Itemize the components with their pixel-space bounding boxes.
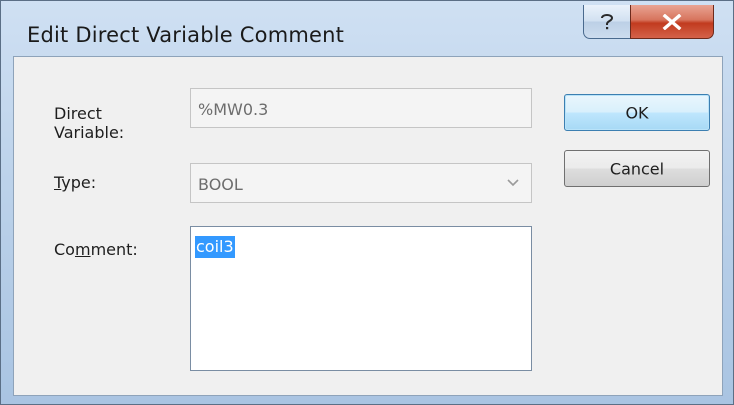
dialog-window: Edit Direct Variable Comment Direct Vari…	[0, 0, 734, 405]
direct-variable-label-line2: Variable:	[54, 123, 125, 142]
direct-variable-field: %MW0.3	[190, 88, 532, 128]
ok-button-label: OK	[625, 103, 649, 122]
comment-textarea[interactable]: coil3	[190, 226, 532, 371]
direct-variable-label-line1: Direct	[54, 104, 102, 123]
close-button[interactable]	[630, 5, 714, 39]
comment-label-accelerator: m	[74, 240, 91, 259]
cancel-button-label: Cancel	[609, 159, 665, 178]
cancel-button[interactable]: Cancel	[564, 150, 710, 187]
window-title: Edit Direct Variable Comment	[27, 23, 345, 47]
type-label: Type:	[54, 173, 96, 192]
help-button[interactable]	[583, 5, 631, 39]
comment-value: coil3	[195, 236, 235, 258]
comment-label-pre: Co	[54, 240, 75, 259]
chevron-down-icon	[507, 179, 519, 187]
type-dropdown-button	[495, 164, 531, 202]
x-close-icon	[662, 13, 682, 30]
comment-label-post: ment:	[90, 240, 138, 259]
type-value: BOOL	[198, 175, 243, 194]
type-select: BOOL	[190, 163, 532, 203]
direct-variable-label: Direct Variable:	[54, 104, 124, 142]
ok-button[interactable]: OK	[564, 94, 710, 131]
dialog-content: Direct Variable: %MW0.3 Type: BOOL Comme…	[13, 56, 723, 396]
question-mark-icon	[601, 13, 614, 29]
type-label-text: ype:	[61, 173, 97, 192]
direct-variable-value: %MW0.3	[198, 100, 269, 119]
comment-label: Comment:	[54, 240, 138, 259]
